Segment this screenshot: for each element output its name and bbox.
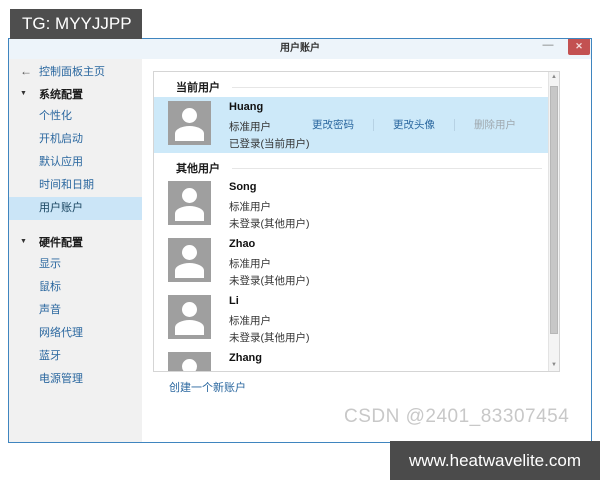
sidebar-group-hardware[interactable]: ▼ 硬件配置 [9, 230, 142, 253]
scroll-up-icon[interactable]: ▲ [549, 72, 559, 83]
other-users-section-header: 其他用户 [176, 161, 542, 175]
tg-watermark-badge: TG: MYYJJPP [10, 9, 142, 39]
sidebar-item-sound[interactable]: 声音 [9, 299, 142, 322]
user-name: Song [229, 181, 257, 193]
section-label: 当前用户 [176, 82, 220, 94]
user-status: 未登录(其他用户) [229, 332, 310, 344]
user-row-zhang[interactable]: Zhang 标准用户 [154, 348, 548, 371]
change-password-link[interactable]: 更改密码 [312, 117, 354, 132]
avatar-head-shape [182, 359, 197, 371]
user-accounts-window: 用户账户 — ✕ ← 控制面板主页 ▼ 系统配置 个性化 开机启动 默认应用 时… [8, 38, 592, 443]
sidebar-item-network-proxy[interactable]: 网络代理 [9, 322, 142, 345]
sidebar-item-display[interactable]: 显示 [9, 253, 142, 276]
user-avatar-icon [168, 101, 211, 145]
sidebar-group-system[interactable]: ▼ 系统配置 [9, 82, 142, 105]
csdn-watermark: CSDN @2401_83307454 [344, 406, 570, 427]
sidebar-item-bluetooth[interactable]: 蓝牙 [9, 345, 142, 368]
user-avatar-icon [168, 295, 211, 339]
sidebar-item-date-time[interactable]: 时间和日期 [9, 174, 142, 197]
user-name: Zhao [229, 238, 256, 250]
back-icon[interactable]: ← [20, 64, 39, 78]
scroll-down-icon[interactable]: ▼ [549, 360, 559, 371]
window-title: 用户账户 [280, 43, 320, 54]
user-role: 标准用户 [229, 370, 271, 371]
sidebar-home-label: 控制面板主页 [39, 65, 105, 78]
sidebar: ← 控制面板主页 ▼ 系统配置 个性化 开机启动 默认应用 时间和日期 用户账户… [9, 59, 142, 442]
scrollbar-thumb[interactable] [550, 86, 558, 334]
title-bar[interactable]: 用户账户 — ✕ [9, 39, 591, 59]
user-avatar-icon [168, 181, 211, 225]
chevron-down-icon: ▼ [20, 238, 27, 245]
avatar-head-shape [182, 245, 197, 260]
chevron-down-icon: ▼ [20, 90, 27, 97]
sidebar-item-startup[interactable]: 开机启动 [9, 128, 142, 151]
user-status: 已登录(当前用户) [229, 138, 310, 150]
avatar-head-shape [182, 108, 197, 123]
sidebar-item-personalization[interactable]: 个性化 [9, 105, 142, 128]
user-name: Huang [229, 101, 264, 113]
avatar-body-shape [175, 263, 204, 278]
user-row-zhao[interactable]: Zhao 标准用户 未登录(其他用户) [154, 234, 548, 289]
delete-user-link: 删除用户 [474, 119, 516, 131]
section-divider [232, 167, 542, 169]
avatar-body-shape [175, 320, 204, 335]
user-row-song[interactable]: Song 标准用户 未登录(其他用户) [154, 177, 548, 232]
user-status: 未登录(其他用户) [229, 275, 310, 287]
section-label: 其他用户 [176, 163, 220, 175]
user-role: 标准用户 [229, 258, 271, 270]
site-banner: www.heatwavelite.com [390, 441, 600, 480]
user-role: 标准用户 [229, 315, 271, 327]
user-avatar-icon [168, 238, 211, 282]
close-button[interactable]: ✕ [568, 39, 590, 55]
user-role: 标准用户 [229, 121, 271, 133]
user-role: 标准用户 [229, 201, 271, 213]
user-list-box: 当前用户 Huang 标准用户 更改密码 更改头像 删除用户 已登录(当前用户)… [153, 71, 560, 372]
section-divider [232, 86, 542, 88]
action-divider [454, 118, 455, 131]
avatar-body-shape [175, 206, 204, 221]
sidebar-group-label: 系统配置 [39, 88, 83, 101]
minimize-button[interactable]: — [539, 39, 557, 55]
create-new-account-link[interactable]: 创建一个新账户 [169, 379, 246, 395]
user-row-li[interactable]: Li 标准用户 未登录(其他用户) [154, 291, 548, 346]
avatar-head-shape [182, 188, 197, 203]
sidebar-item-default-apps[interactable]: 默认应用 [9, 151, 142, 174]
sidebar-group-label: 硬件配置 [39, 236, 83, 249]
avatar-head-shape [182, 302, 197, 317]
user-name: Zhang [229, 352, 262, 364]
sidebar-item-mouse[interactable]: 鼠标 [9, 276, 142, 299]
sidebar-item-home[interactable]: ← 控制面板主页 [9, 59, 142, 82]
sidebar-item-user-accounts[interactable]: 用户账户 [9, 197, 142, 220]
current-user-row[interactable]: Huang 标准用户 更改密码 更改头像 删除用户 已登录(当前用户) [154, 97, 548, 153]
change-avatar-link[interactable]: 更改头像 [393, 117, 435, 132]
user-status: 未登录(其他用户) [229, 218, 310, 230]
sidebar-item-power[interactable]: 电源管理 [9, 368, 142, 391]
vertical-scrollbar[interactable]: ▲ ▼ [548, 72, 559, 371]
user-avatar-icon [168, 352, 211, 371]
user-name: Li [229, 295, 239, 307]
current-user-section-header: 当前用户 [176, 80, 542, 94]
action-divider [373, 118, 374, 131]
avatar-body-shape [175, 126, 204, 141]
content-area: 当前用户 Huang 标准用户 更改密码 更改头像 删除用户 已登录(当前用户)… [142, 59, 591, 442]
